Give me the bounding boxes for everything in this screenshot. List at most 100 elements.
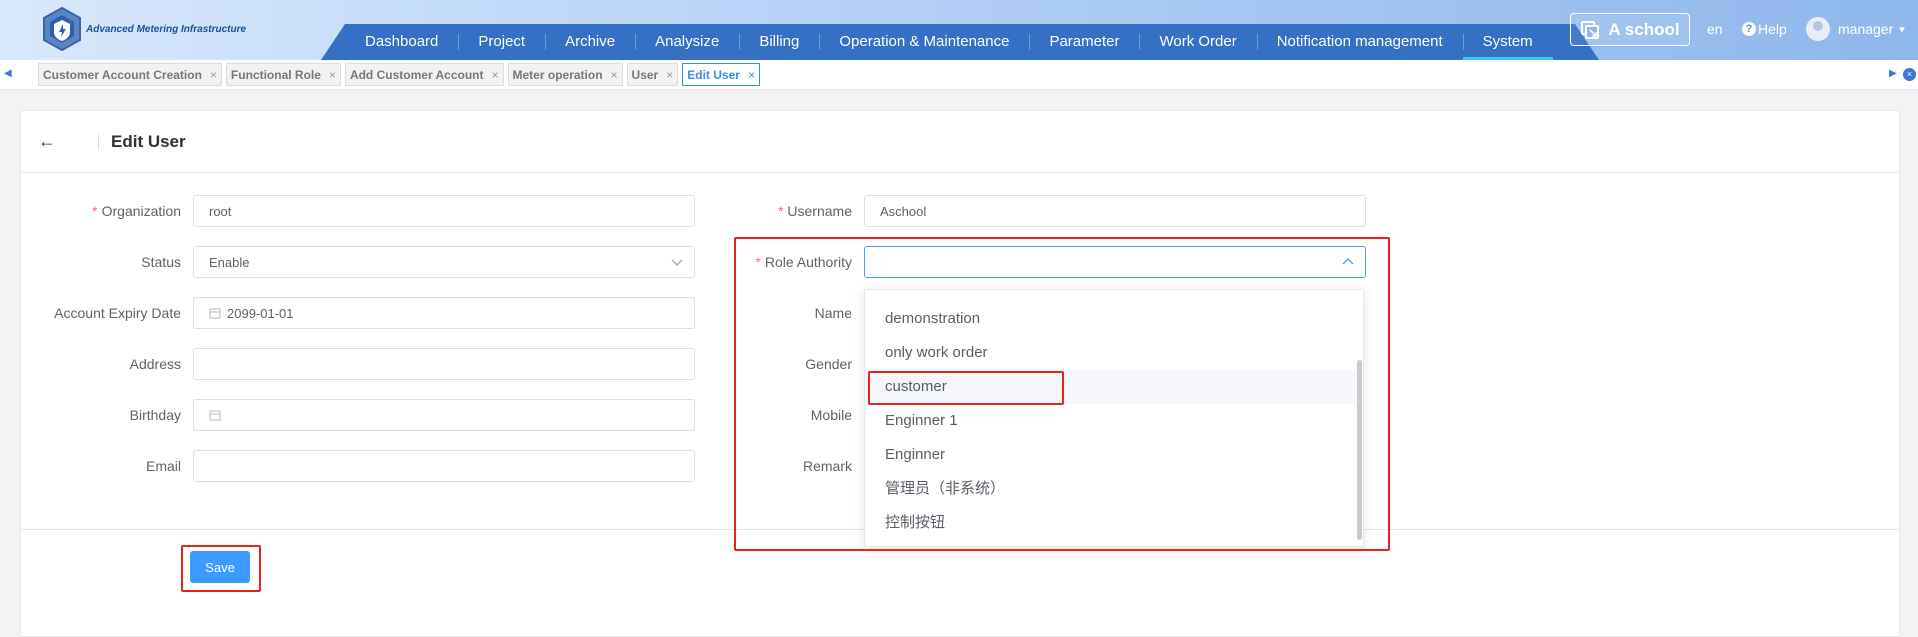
birthday-row: Birthday [21,399,695,431]
tab-label: Add Customer Account [349,67,484,82]
tab-label: Meter operation [512,67,603,82]
expiry-row: Account Expiry Date 2099-01-01 [21,297,695,329]
user-name: manager [1838,21,1894,37]
chevron-down-icon: ▾ [1899,23,1905,36]
nav-system[interactable]: System [1462,24,1553,60]
tab-label: User [631,67,659,82]
tab-user[interactable]: User × [626,63,679,86]
username-input[interactable]: Aschool [864,195,1366,227]
help-icon: ? [1742,22,1756,36]
gender-row: Gender [691,348,852,380]
role-authority-select[interactable] [864,246,1366,278]
nav-operation-maintenance[interactable]: Operation & Maintenance [819,24,1029,60]
nav-billing[interactable]: Billing [739,24,819,60]
status-row: Status Enable [21,246,695,278]
tab-label: Edit User [687,67,740,82]
nav-project[interactable]: Project [458,24,545,60]
help-label: Help [1758,21,1787,37]
logo-icon [43,6,81,52]
avatar [1806,17,1830,41]
status-label: Status [141,254,181,270]
address-input[interactable] [193,348,695,380]
tab-functional-role[interactable]: Functional Role × [225,63,341,86]
role-authority-row: * Role Authority [691,246,1366,278]
open-tabs: Customer Account Creation × Functional Ro… [38,63,760,86]
chevron-down-icon [671,259,683,266]
tabs-scroll-right-icon[interactable]: ▶ [1889,68,1897,79]
dropdown-scrollbar[interactable] [1357,360,1362,540]
expiry-date-input[interactable]: 2099-01-01 [193,297,695,329]
tab-meter-operation[interactable]: Meter operation × [507,63,623,86]
school-name: A school [1608,19,1680,39]
tabs-scroll-left-icon[interactable]: ◀ [4,68,12,79]
nav-archive[interactable]: Archive [545,24,635,60]
name-label: Name [814,305,852,321]
gender-label: Gender [805,356,852,372]
dropdown-option[interactable]: 管理员（非系统） [865,472,1355,506]
role-authority-dropdown: demonstration only work order customer E… [864,289,1364,547]
nav-work-order[interactable]: Work Order [1139,24,1256,60]
expiry-label: Account Expiry Date [54,305,181,321]
tab-label: Customer Account Creation [43,67,202,82]
tab-customer-account-creation[interactable]: Customer Account Creation × [38,63,222,86]
top-bar: Advanced Metering Infrastructure Dashboa… [0,0,1918,60]
mobile-row: Mobile [691,399,852,431]
mobile-label: Mobile [810,407,852,423]
status-select[interactable]: Enable [193,246,695,278]
email-input[interactable] [193,450,695,482]
save-button[interactable]: Save [190,551,250,583]
close-icon[interactable]: × [492,68,499,82]
tab-label: Functional Role [230,67,321,82]
organization-row: * Organization root [21,195,695,227]
dropdown-option[interactable]: 控制按钮 [865,506,1355,540]
email-label: Email [145,458,181,474]
close-icon[interactable]: × [210,68,217,82]
tab-add-customer-account[interactable]: Add Customer Account × [344,63,504,86]
help-link[interactable]: ? Help [1742,21,1787,37]
dropdown-option[interactable]: Enginner 1 [865,404,1355,438]
remark-label: Remark [802,458,852,474]
organization-label: * Organization [92,203,181,219]
card-header: ← Edit User [21,111,1899,173]
logo-text: Advanced Metering Infrastructure [86,23,247,35]
close-icon[interactable]: × [666,68,673,82]
close-icon[interactable]: × [329,68,336,82]
close-icon[interactable]: × [611,68,618,82]
email-row: Email [21,450,695,482]
role-authority-label: * Role Authority [755,254,852,270]
birthday-input[interactable] [193,399,695,431]
calendar-icon [209,410,221,421]
calendar-icon [209,308,221,319]
dropdown-option-partial[interactable] [865,290,1355,302]
username-row: * Username Aschool [691,195,1366,227]
organization-input[interactable]: root [193,195,695,227]
nav-analysize[interactable]: Analysize [635,24,739,60]
username-label: * Username [777,203,852,219]
user-menu[interactable]: manager ▾ [1806,17,1905,41]
name-row: Name [691,297,852,329]
chevron-up-icon [1342,258,1354,265]
nav-notification-management[interactable]: Notification management [1256,24,1463,60]
address-row: Address [21,348,695,380]
close-all-tabs-icon[interactable]: × [1903,68,1916,81]
back-arrow-icon[interactable]: ← [38,131,58,152]
dropdown-option[interactable]: Enginner [865,438,1355,472]
divider [98,133,99,150]
address-label: Address [129,356,181,372]
dropdown-option[interactable]: only work order [865,336,1355,370]
logo: Advanced Metering Infrastructure [40,6,246,52]
close-icon[interactable]: × [748,68,755,82]
school-switch-button[interactable]: A school [1570,13,1690,46]
tabs-bar: ◀ Customer Account Creation × Functional … [0,60,1918,90]
school-icon [1581,20,1600,39]
remark-row: Remark [691,450,852,482]
nav-dashboard[interactable]: Dashboard [345,24,458,60]
nav-parameter[interactable]: Parameter [1029,24,1139,60]
tab-edit-user[interactable]: Edit User × [682,63,760,86]
language-switch[interactable]: en [1707,21,1723,37]
dropdown-option-hovered[interactable]: customer [865,370,1355,404]
main-nav: Dashboard Project Archive Analysize Bill… [321,24,1599,60]
birthday-label: Birthday [129,407,181,423]
dropdown-option[interactable]: demonstration [865,302,1355,336]
page-title: Edit User [111,131,186,151]
